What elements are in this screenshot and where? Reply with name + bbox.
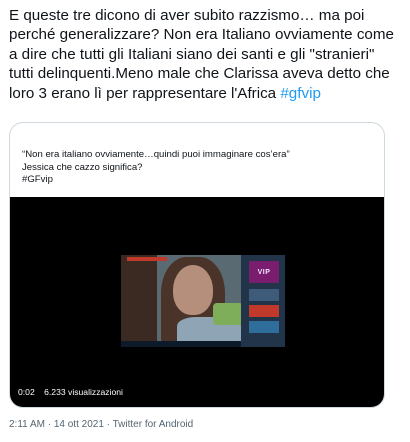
tweet-meta: 2:11 AM · 14 ott 2021 · Twitter for Andr… xyxy=(9,419,193,430)
frame-top-bar xyxy=(127,257,167,261)
frame-background-left xyxy=(121,255,161,347)
frame-green-object xyxy=(213,303,243,325)
tweet-time[interactable]: 2:11 AM xyxy=(9,419,45,430)
meta-separator: · xyxy=(103,419,113,430)
quoted-line-1: “Non era italiano ovviamente…quindi puoi… xyxy=(22,149,290,160)
video-time: 0:02 xyxy=(18,387,35,397)
frame-person-face xyxy=(173,265,213,315)
frame-side-block xyxy=(249,289,279,301)
quoted-hashtag[interactable]: #GFvip xyxy=(22,174,374,187)
frame-side-block xyxy=(249,321,279,333)
video-stats: 0:02 6.233 visualizzazioni xyxy=(18,387,130,397)
quoted-tweet-card[interactable]: “Non era italiano ovviamente…quindi puoi… xyxy=(9,122,385,408)
vip-logo: VIP xyxy=(249,261,279,283)
video-frame: VIP xyxy=(121,255,285,347)
frame-side-block xyxy=(249,305,279,317)
tweet-date[interactable]: 14 ott 2021 xyxy=(54,419,104,430)
tweet-source[interactable]: Twitter for Android xyxy=(113,419,194,430)
tweet-text: E queste tre dicono di aver subito razzi… xyxy=(9,6,401,103)
video-views: 6.233 visualizzazioni xyxy=(44,387,123,397)
hashtag-link[interactable]: #gfvip xyxy=(280,85,321,102)
video-player[interactable]: VIP 0:02 6.233 visualizzazioni xyxy=(10,197,384,407)
meta-separator: · xyxy=(44,419,54,430)
frame-ticker xyxy=(121,341,241,347)
quoted-tweet-text: “Non era italiano ovviamente…quindi puoi… xyxy=(22,149,374,187)
quoted-line-2: Jessica che cazzo significa? xyxy=(22,161,143,173)
tweet-body: E queste tre dicono di aver subito razzi… xyxy=(9,7,394,102)
